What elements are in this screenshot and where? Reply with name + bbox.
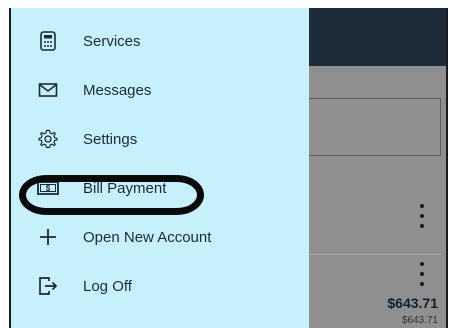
search-field[interactable] [301,98,441,156]
envelope-icon [36,78,60,102]
menu-item-open-new-account[interactable]: Open New Account [11,217,309,257]
menu-item-label: Messages [83,81,152,99]
account-balance: $643.71 [387,295,438,311]
menu-item-label: Bill Payment [83,179,167,197]
menu-item-label: Log Off [83,277,132,295]
app-frame: $643.71 $643.71 Services Messages Settin… [9,8,448,328]
menu-item-bill-payment[interactable]: $ Bill Payment [11,168,309,208]
menu-item-services[interactable]: Services [11,21,309,61]
more-options-icon[interactable] [415,204,429,228]
logout-icon [36,274,60,298]
more-options-icon[interactable] [415,262,429,286]
menu-item-messages[interactable]: Messages [11,70,309,110]
navigation-drawer: Services Messages Settings $ Bill Paymen… [11,8,309,328]
account-available-balance: $643.71 [401,315,438,326]
list-divider [301,254,441,255]
svg-text:$: $ [46,184,51,193]
menu-item-label: Open New Account [83,228,212,246]
gear-icon [36,127,60,151]
cash-icon: $ [36,176,60,200]
menu-item-label: Services [83,32,141,50]
menu-item-settings[interactable]: Settings [11,119,309,159]
calculator-icon [36,29,60,53]
plus-icon [36,225,60,249]
menu-item-label: Settings [83,130,138,148]
menu-item-log-off[interactable]: Log Off [11,266,309,306]
